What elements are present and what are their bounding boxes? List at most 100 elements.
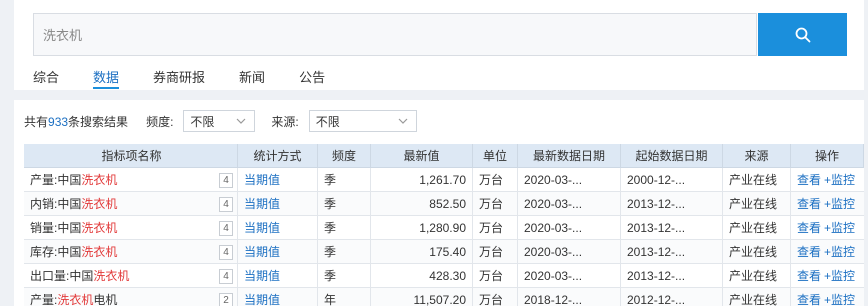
search-panel: 综合 数据 券商研报 新闻 公告 bbox=[14, 0, 864, 90]
results-panel: 共有933条搜索结果 频度: 不限 来源: 不限 指标项名称 统计方式 频度 最… bbox=[14, 100, 864, 306]
result-count-suffix: 条搜索结果 bbox=[68, 114, 129, 129]
indicator-name-keyword: 洗衣机 bbox=[93, 269, 130, 283]
add-monitor-link[interactable]: +监控 bbox=[824, 173, 855, 187]
view-link[interactable]: 查看 bbox=[797, 245, 821, 259]
actions-cell: 查看 +监控 bbox=[791, 240, 864, 264]
result-tabs: 综合 数据 券商研报 新闻 公告 bbox=[33, 67, 359, 89]
stat-method-link[interactable]: 当期值 bbox=[238, 216, 318, 240]
source-cell: 产业在线 bbox=[723, 240, 791, 264]
latest-value-cell: 852.50 bbox=[371, 192, 473, 216]
indicator-name-cell[interactable]: 出口量:中国洗衣机 4 bbox=[24, 264, 238, 288]
unit-cell: 万台 bbox=[473, 288, 518, 306]
tab-overview[interactable]: 综合 bbox=[33, 67, 59, 89]
indicator-name[interactable]: 出口量:中国洗衣机 bbox=[30, 264, 129, 288]
column-header[interactable]: 起始数据日期 bbox=[621, 144, 723, 168]
result-count: 共有933条搜索结果 bbox=[24, 113, 128, 130]
table-body: 产量:中国洗衣机 4 当期值 季 1,261.70 万台 2020-03-...… bbox=[24, 168, 864, 306]
table-row[interactable]: 产量:洗衣机电机 2 当期值 年 11,507.20 万台 2018-12-..… bbox=[24, 288, 864, 306]
stat-method-link[interactable]: 当期值 bbox=[238, 288, 318, 306]
search-button[interactable] bbox=[758, 13, 847, 56]
column-header[interactable]: 频度 bbox=[318, 144, 371, 168]
view-link[interactable]: 查看 bbox=[797, 197, 821, 211]
latest-date-cell: 2020-03-... bbox=[518, 240, 621, 264]
table-row[interactable]: 出口量:中国洗衣机 4 当期值 季 428.30 万台 2020-03-... … bbox=[24, 264, 864, 288]
indicator-name-keyword: 洗衣机 bbox=[81, 173, 118, 187]
view-link[interactable]: 查看 bbox=[797, 269, 821, 283]
frequency-label: 频度: bbox=[146, 114, 174, 129]
table-row[interactable]: 内销:中国洗衣机 4 当期值 季 852.50 万台 2020-03-... 2… bbox=[24, 192, 864, 216]
add-monitor-link[interactable]: +监控 bbox=[824, 221, 855, 235]
column-header[interactable]: 单位 bbox=[473, 144, 518, 168]
indicator-name-suffix: 电机 bbox=[93, 293, 118, 306]
indicator-name-prefix: 内销:中国 bbox=[30, 197, 82, 211]
start-date-cell: 2000-12-... bbox=[621, 168, 723, 192]
related-count-badge[interactable]: 4 bbox=[219, 220, 233, 236]
search-icon bbox=[795, 27, 810, 42]
add-monitor-link[interactable]: +监控 bbox=[824, 245, 855, 259]
tab-news[interactable]: 新闻 bbox=[239, 67, 265, 89]
tab-broker-research[interactable]: 券商研报 bbox=[153, 67, 205, 89]
view-link[interactable]: 查看 bbox=[797, 221, 821, 235]
tab-announcements[interactable]: 公告 bbox=[299, 67, 325, 89]
actions-cell: 查看 +监控 bbox=[791, 216, 864, 240]
related-count-badge[interactable]: 4 bbox=[219, 268, 233, 284]
stat-method-link[interactable]: 当期值 bbox=[238, 240, 318, 264]
related-count-badge[interactable]: 2 bbox=[219, 292, 233, 306]
related-count-badge[interactable]: 4 bbox=[219, 172, 233, 188]
indicator-name-prefix: 销量:中国 bbox=[30, 221, 82, 235]
frequency-cell: 季 bbox=[318, 216, 371, 240]
related-count-badge[interactable]: 4 bbox=[219, 196, 233, 212]
column-header[interactable]: 最新值 bbox=[371, 144, 473, 168]
unit-cell: 万台 bbox=[473, 240, 518, 264]
indicator-name-prefix: 出口量:中国 bbox=[30, 269, 94, 283]
column-header[interactable]: 最新数据日期 bbox=[518, 144, 621, 168]
indicator-name-prefix: 库存:中国 bbox=[30, 245, 82, 259]
tab-data[interactable]: 数据 bbox=[93, 67, 120, 89]
source-select-value: 不限 bbox=[315, 114, 340, 129]
related-count-badge[interactable]: 4 bbox=[219, 244, 233, 260]
column-header[interactable]: 指标项名称 bbox=[24, 144, 238, 168]
add-monitor-link[interactable]: +监控 bbox=[824, 197, 855, 211]
indicator-name[interactable]: 内销:中国洗衣机 bbox=[30, 192, 117, 216]
chevron-down-icon bbox=[398, 118, 408, 124]
results-table: 指标项名称 统计方式 频度 最新值 单位 最新数据日期 起始数据日期 来源 操作… bbox=[24, 144, 864, 306]
frequency-cell: 季 bbox=[318, 168, 371, 192]
latest-value-cell: 1,261.70 bbox=[371, 168, 473, 192]
search-input[interactable] bbox=[34, 14, 756, 55]
stat-method-link[interactable]: 当期值 bbox=[238, 264, 318, 288]
source-cell: 产业在线 bbox=[723, 168, 791, 192]
latest-date-cell: 2020-03-... bbox=[518, 192, 621, 216]
indicator-name-cell[interactable]: 内销:中国洗衣机 4 bbox=[24, 192, 238, 216]
frequency-select[interactable]: 不限 bbox=[183, 110, 256, 132]
indicator-name-cell[interactable]: 产量:中国洗衣机 4 bbox=[24, 168, 238, 192]
frequency-select-value: 不限 bbox=[190, 114, 215, 129]
indicator-name[interactable]: 库存:中国洗衣机 bbox=[30, 240, 117, 264]
indicator-name-keyword: 洗衣机 bbox=[81, 221, 118, 235]
table-row[interactable]: 库存:中国洗衣机 4 当期值 季 175.40 万台 2020-03-... 2… bbox=[24, 240, 864, 264]
add-monitor-link[interactable]: +监控 bbox=[824, 269, 855, 283]
view-link[interactable]: 查看 bbox=[797, 293, 821, 306]
unit-cell: 万台 bbox=[473, 264, 518, 288]
indicator-name[interactable]: 产量:洗衣机电机 bbox=[30, 288, 117, 306]
source-select[interactable]: 不限 bbox=[308, 110, 417, 132]
view-link[interactable]: 查看 bbox=[797, 173, 821, 187]
indicator-name-cell[interactable]: 库存:中国洗衣机 4 bbox=[24, 240, 238, 264]
source-cell: 产业在线 bbox=[723, 216, 791, 240]
table-row[interactable]: 销量:中国洗衣机 4 当期值 季 1,280.90 万台 2020-03-...… bbox=[24, 216, 864, 240]
stat-method-link[interactable]: 当期值 bbox=[238, 168, 318, 192]
add-monitor-link[interactable]: +监控 bbox=[824, 293, 855, 306]
source-cell: 产业在线 bbox=[723, 288, 791, 306]
unit-cell: 万台 bbox=[473, 192, 518, 216]
stat-method-link[interactable]: 当期值 bbox=[238, 192, 318, 216]
table-row[interactable]: 产量:中国洗衣机 4 当期值 季 1,261.70 万台 2020-03-...… bbox=[24, 168, 864, 192]
unit-cell: 万台 bbox=[473, 216, 518, 240]
indicator-name[interactable]: 销量:中国洗衣机 bbox=[30, 216, 117, 240]
indicator-name-cell[interactable]: 销量:中国洗衣机 4 bbox=[24, 216, 238, 240]
actions-cell: 查看 +监控 bbox=[791, 288, 864, 306]
indicator-name-cell[interactable]: 产量:洗衣机电机 2 bbox=[24, 288, 238, 306]
latest-date-cell: 2018-12-... bbox=[518, 288, 621, 306]
latest-value-cell: 11,507.20 bbox=[371, 288, 473, 306]
column-header[interactable]: 来源 bbox=[723, 144, 791, 168]
column-header[interactable]: 统计方式 bbox=[238, 144, 318, 168]
indicator-name[interactable]: 产量:中国洗衣机 bbox=[30, 168, 117, 192]
